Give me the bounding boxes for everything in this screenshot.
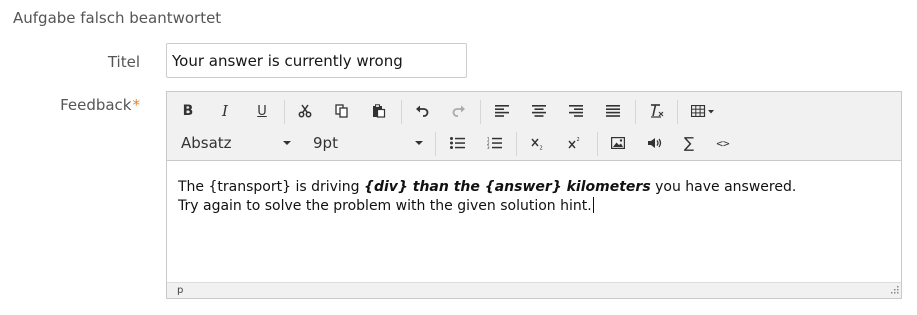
format-select-value: Absatz [181,134,232,152]
content-line-1: The {transport} is driving {div} than th… [178,178,890,197]
paste-icon[interactable] [366,98,392,124]
feedback-label-text: Feedback [60,96,132,114]
svg-text:3: 3 [487,145,490,149]
align-justify-icon[interactable] [600,98,626,124]
underline-button[interactable]: U [249,98,275,124]
content-line-2: Try again to solve the problem with the … [178,197,890,216]
content-bold-italic-text: {div} than the {answer} kilometers [364,179,651,195]
sum-icon[interactable]: ∑ [676,130,702,156]
content-text: you have answered. [650,179,797,195]
toolbar-separator [480,100,481,124]
section-title: Aufgabe falsch beantwortet [13,9,222,27]
numbered-list-icon[interactable]: 123 [481,130,507,156]
bullet-list-icon[interactable] [444,130,470,156]
toolbar-separator [401,100,402,124]
title-label: Titel [107,53,140,71]
chevron-down-icon [415,141,423,145]
align-right-icon[interactable] [563,98,589,124]
element-path[interactable]: p [177,285,183,296]
superscript-icon[interactable]: 2 [562,130,588,156]
toolbar-separator [435,132,436,156]
toolbar-separator [677,100,678,124]
copy-icon[interactable] [329,98,355,124]
toolbar-row-1: B I U [167,95,901,127]
image-icon[interactable] [605,130,631,156]
svg-text:2: 2 [540,146,543,151]
editor-content[interactable]: The {transport} is driving {div} than th… [167,162,901,284]
clear-formatting-icon[interactable] [643,98,669,124]
align-center-icon[interactable] [526,98,552,124]
editor-statusbar: p [167,282,901,298]
bold-button[interactable]: B [175,98,201,124]
font-size-select-value: 9pt [313,134,338,152]
editor-toolbar: B I U Absatz 9pt 1 2 3 2 2 ∑ <> [167,92,901,161]
title-input[interactable] [166,43,467,78]
undo-icon[interactable] [409,98,435,124]
feedback-label: Feedback* [0,96,140,114]
source-code-icon[interactable]: <> [710,130,736,156]
format-select[interactable]: Absatz [173,129,297,157]
content-text: The {transport} is driving [178,179,364,195]
table-icon[interactable] [687,98,723,124]
toolbar-separator [635,100,636,124]
font-size-select[interactable]: 9pt [305,129,429,157]
cut-icon[interactable] [292,98,318,124]
text-cursor [592,197,594,213]
chevron-down-icon [283,141,291,145]
subscript-icon[interactable]: 2 [525,130,551,156]
align-left-icon[interactable] [489,98,515,124]
toolbar-separator [284,100,285,124]
italic-button[interactable]: I [212,98,238,124]
audio-icon[interactable] [642,130,668,156]
redo-icon[interactable] [446,98,472,124]
resize-handle-icon[interactable] [889,286,899,296]
content-text: Try again to solve the problem with the … [178,198,592,214]
feedback-editor: B I U Absatz 9pt 1 2 3 2 2 ∑ <> The {tra… [166,91,902,299]
toolbar-row-2: Absatz 9pt 123 2 2 ∑ <> [167,127,901,159]
toolbar-separator [597,132,598,156]
toolbar-separator [516,132,517,156]
svg-text:2: 2 [577,137,580,143]
required-marker: * [132,96,141,114]
